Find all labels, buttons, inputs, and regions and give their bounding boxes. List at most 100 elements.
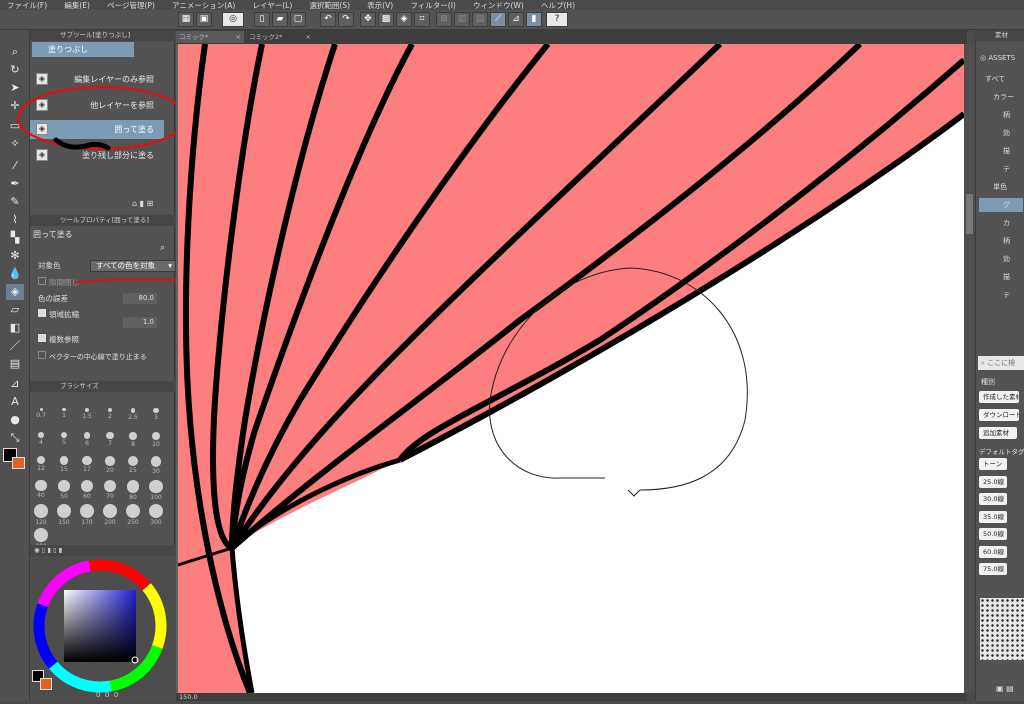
brush-size-cell[interactable]: 120 xyxy=(32,502,50,526)
brush-size-cell[interactable]: 1.5 xyxy=(78,406,96,427)
brush-size-cell[interactable]: 100 xyxy=(147,478,165,501)
brush-size-cell[interactable]: 80 xyxy=(124,478,142,501)
sub-color-swatch[interactable] xyxy=(12,457,25,469)
ruler-tool-icon[interactable]: ⊿ xyxy=(6,376,24,392)
tab-comic-2[interactable]: コミック2* × xyxy=(246,31,314,43)
brush-size-cell[interactable]: 30 xyxy=(147,454,165,475)
brush-size-cell[interactable]: 150 xyxy=(55,502,73,526)
redo-icon[interactable]: ↷ xyxy=(338,12,354,27)
brush-size-cell[interactable]: 17 xyxy=(78,454,96,475)
area-scaling-input[interactable]: 1.0 xyxy=(123,317,157,328)
close-icon[interactable]: × xyxy=(306,31,311,43)
default-tag[interactable]: 35.0線 xyxy=(979,510,1007,523)
material-tree-item[interactable]: すべて xyxy=(979,72,1023,86)
menu-selection[interactable]: 選択範囲(S) xyxy=(302,1,357,10)
brush-size-cell[interactable]: 200 xyxy=(101,502,119,526)
material-tree-item[interactable]: 柄 xyxy=(979,234,1023,248)
brush-size-cell[interactable]: 40 xyxy=(32,478,50,499)
material-tree-item[interactable]: テ xyxy=(979,162,1023,176)
default-tag[interactable]: 25.0線 xyxy=(979,475,1007,488)
material-tree-item[interactable]: 柄 xyxy=(979,108,1023,122)
default-tag[interactable]: 50.0線 xyxy=(979,528,1007,540)
brush-size-cell[interactable]: 1 xyxy=(55,406,73,427)
snap-ruler-icon[interactable]: ⟋ xyxy=(490,12,506,27)
menu-layer[interactable]: レイヤー(L) xyxy=(245,1,299,10)
vertical-scrollbar[interactable] xyxy=(964,44,975,693)
crop-icon[interactable]: ⌗ xyxy=(414,12,430,27)
brush-size-cell[interactable]: 2 xyxy=(101,406,119,427)
tab-comic-1[interactable]: コミック* × xyxy=(176,31,244,43)
undo-icon[interactable]: ↶ xyxy=(320,12,336,27)
brush-size-cell[interactable]: 70 xyxy=(101,478,119,500)
text-tool-icon[interactable]: A xyxy=(6,394,24,410)
zoom-level[interactable]: 150.0 xyxy=(179,693,198,701)
brush-size-cell[interactable]: 12 xyxy=(32,454,50,475)
brush-size-cell[interactable]: 300 xyxy=(147,502,165,526)
correct-line-icon[interactable]: ⤡ xyxy=(6,430,24,446)
default-tag[interactable]: 75.0線 xyxy=(979,563,1007,575)
kind-tag-created[interactable]: 作成した素材 xyxy=(979,391,1019,403)
scroll-thumb[interactable] xyxy=(966,194,973,234)
menu-window[interactable]: ウィンドウ(W) xyxy=(466,1,531,10)
kind-tag-download[interactable]: ダウンロード xyxy=(979,409,1019,421)
transform-icon[interactable]: ✥ xyxy=(360,12,376,27)
brush-size-cell[interactable]: 170 xyxy=(78,502,96,526)
vector-center-checkbox[interactable] xyxy=(38,351,46,359)
brush-size-cell[interactable]: 50 xyxy=(55,478,73,500)
material-footer-icons[interactable]: ▣ ▤ xyxy=(996,684,1014,693)
area-scaling-checkbox[interactable] xyxy=(38,309,46,317)
color-sub-swatch[interactable] xyxy=(40,678,52,690)
color-wheel-tab-icon[interactable]: ◉ ▯ ▮ ▯ ▮ xyxy=(34,546,62,554)
material-tree-item[interactable]: グ xyxy=(979,198,1023,212)
assets-bar[interactable]: ◎ ASSETS xyxy=(980,48,1024,68)
new-file-icon[interactable]: ▯ xyxy=(254,12,270,27)
brush-size-cell[interactable]: 5 xyxy=(55,430,73,451)
clip-studio-icon[interactable]: ◎ xyxy=(222,12,244,27)
balloon-tool-icon[interactable]: ● xyxy=(6,412,24,428)
brush-size-cell[interactable]: 400 xyxy=(32,526,50,550)
snap-special-icon[interactable]: ⊿ xyxy=(508,12,524,27)
drawing-canvas[interactable] xyxy=(178,44,964,693)
multi-ref-checkbox[interactable] xyxy=(38,334,46,342)
brush-size-cell[interactable]: 10 xyxy=(147,430,165,451)
brush-size-cell[interactable]: 3 xyxy=(147,406,165,427)
brush-size-cell[interactable]: 0.7 xyxy=(32,406,50,427)
open-folder-icon[interactable]: ▰ xyxy=(272,12,288,27)
brush-size-cell[interactable]: 15 xyxy=(55,454,73,475)
brush-size-cell[interactable]: 7 xyxy=(101,430,119,451)
color-margin-input[interactable]: 80.0 xyxy=(123,293,157,304)
material-tree-item[interactable]: 描 xyxy=(979,270,1023,284)
fill-icon[interactable]: ◈ xyxy=(396,12,412,27)
material-tree-item[interactable]: カラー xyxy=(979,90,1023,104)
default-tag[interactable]: 60.0線 xyxy=(979,545,1007,558)
brush-size-cell[interactable]: 8 xyxy=(124,430,142,451)
brush-size-cell[interactable]: 20 xyxy=(101,454,119,475)
menu-filter[interactable]: フィルター(I) xyxy=(403,1,462,10)
default-tag[interactable]: トーン xyxy=(979,458,1007,470)
gradient-tool-icon[interactable]: ◧ xyxy=(6,320,24,336)
brush-size-cell[interactable]: 4 xyxy=(32,430,50,451)
material-tree-item[interactable]: 効 xyxy=(979,126,1023,140)
frame-tool-icon[interactable]: ▤ xyxy=(6,356,24,372)
material-tree-item[interactable]: カ xyxy=(979,216,1023,230)
material-tree-item[interactable]: テ xyxy=(979,288,1023,302)
brush-size-cell[interactable]: 2.5 xyxy=(124,406,142,427)
brush-size-cell[interactable]: 6 xyxy=(78,430,96,451)
save-icon[interactable]: ▢ xyxy=(290,12,306,27)
tone-preview[interactable] xyxy=(980,598,1024,660)
figure-tool-icon[interactable]: ／ xyxy=(6,338,24,354)
material-tree-item[interactable]: 単色 xyxy=(979,180,1023,194)
menu-view[interactable]: 表示(V) xyxy=(360,1,400,10)
eraser-icon[interactable]: ▱ xyxy=(6,302,24,318)
kind-tag-added[interactable]: 追加素材 xyxy=(979,427,1017,439)
new-icon[interactable]: ▣ xyxy=(196,12,212,27)
default-tag[interactable]: 30.0線 xyxy=(979,493,1007,505)
snap-grid-icon[interactable]: ▮ xyxy=(526,12,542,27)
close-icon[interactable]: × xyxy=(236,31,241,43)
brush-size-cell[interactable]: 250 xyxy=(124,502,142,526)
material-tree-item[interactable]: 描 xyxy=(979,144,1023,158)
material-search-input[interactable]: ⌕ ここに検 xyxy=(978,356,1024,370)
menu-help[interactable]: ヘルプ(H) xyxy=(534,1,582,10)
help-icon[interactable]: ? xyxy=(546,12,568,27)
material-tree-item[interactable]: 効 xyxy=(979,252,1023,266)
